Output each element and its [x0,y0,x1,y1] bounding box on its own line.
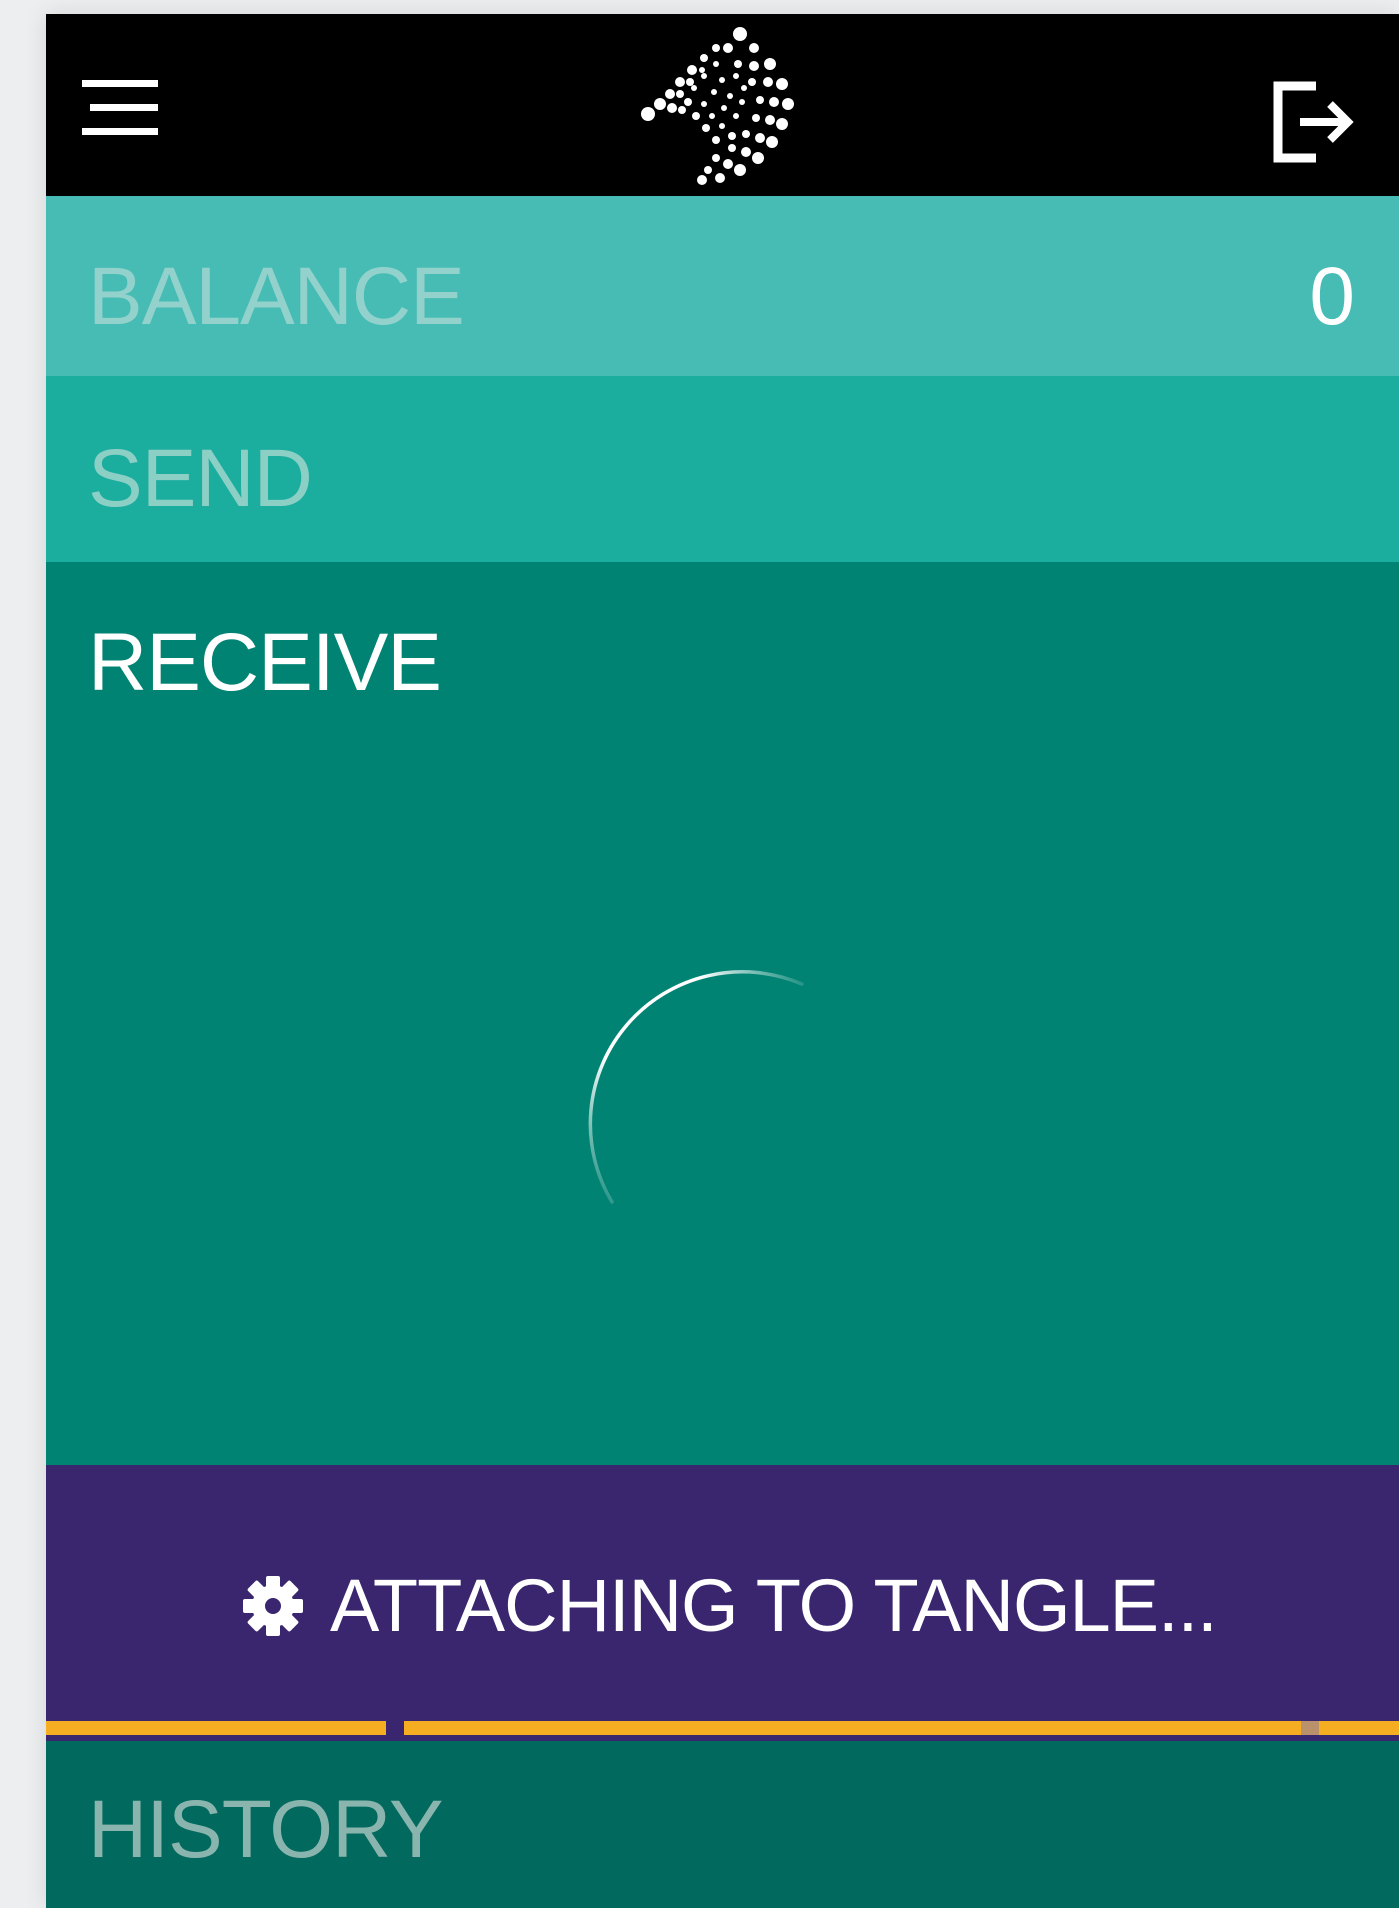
logo-dot [684,98,692,106]
send-label: SEND [88,433,313,524]
logo-dot [749,43,759,53]
logo-dot [752,114,760,122]
logo-dot [728,132,736,140]
logo-dot [697,175,707,185]
logo-dot [748,78,756,86]
send-row[interactable]: SEND [46,376,1399,562]
loading-spinner-icon [588,970,804,1204]
logo-dot [756,96,764,104]
logo-dot [764,58,776,70]
progress-segment [404,1721,1301,1735]
logo-dot [755,133,765,143]
progress-indicator [46,1721,1399,1741]
logo-dot [766,136,778,148]
logo-dot [700,54,708,62]
progress-segment [1301,1721,1319,1735]
logo-dot [733,73,739,79]
menu-line [90,104,158,111]
logo-dot [763,77,773,87]
logo-dot [752,152,764,164]
logo-dot [713,61,719,67]
balance-label: BALANCE [88,251,465,342]
logo-dot [776,118,788,130]
logo-dot [654,98,666,110]
logo-dot [712,154,720,162]
status-message: ATTACHING TO TANGLE... [242,1564,1218,1647]
history-label: HISTORY [88,1784,444,1875]
logo-dot [723,43,733,53]
logo-dot [769,97,779,107]
logo-dot [699,67,705,73]
logo-dot [709,113,715,119]
logo-dot [678,106,686,114]
logo-dot [675,77,685,87]
iota-logo-icon [641,27,794,185]
logo-dot [728,144,736,152]
logo-dot [742,130,750,138]
gear-icon [243,1576,303,1636]
logo-dot [782,98,794,110]
logo-dot [691,85,697,91]
status-text: ATTACHING TO TANGLE... [330,1564,1218,1647]
menu-line [82,128,158,135]
logo-dot [711,89,717,95]
logo-dot [641,107,655,121]
logo-dot [692,112,700,120]
logo-dot [701,101,707,107]
history-row[interactable]: HISTORY [46,1741,1399,1908]
logo-dot [723,159,733,169]
logo-dot [733,27,747,41]
logo-dot [776,78,788,90]
progress-segment [46,1721,386,1735]
attaching-status-bar: ATTACHING TO TANGLE... [46,1465,1399,1721]
logo-dot [727,93,733,99]
logo-dot [712,136,720,144]
logo-dot [676,90,684,98]
logo-dot [749,61,759,71]
logout-icon[interactable] [1266,76,1356,166]
wallet-app: BALANCE 0 SEND RECEIVE ATTACHING TO TANG… [46,14,1399,1908]
logo-dot [721,105,727,111]
logo-dot [733,113,739,119]
logo-dot [715,173,725,183]
logo-dot [719,77,725,83]
logo-dot [765,115,775,125]
logo-dot [701,73,707,79]
hamburger-menu-button[interactable] [82,80,166,136]
balance-row[interactable]: BALANCE 0 [46,196,1399,376]
receive-label: RECEIVE [88,617,442,708]
logo-dot [704,166,712,174]
logo-dot [702,124,710,132]
logo-dot [734,60,742,68]
top-bar [46,14,1399,196]
receive-panel: RECEIVE [46,562,1399,1465]
progress-segment [1319,1721,1399,1735]
menu-line [82,80,158,87]
logo-dot [719,123,725,129]
logo-dot [712,44,720,52]
logo-dot [667,103,677,113]
logo-dot [686,78,694,86]
logo-dot [687,65,697,75]
logo-dot [741,147,751,157]
logo-dot [739,99,745,105]
balance-value: 0 [1309,251,1355,342]
logo-dot [665,89,675,99]
logo-dot [734,164,746,176]
logo-dot [741,85,747,91]
